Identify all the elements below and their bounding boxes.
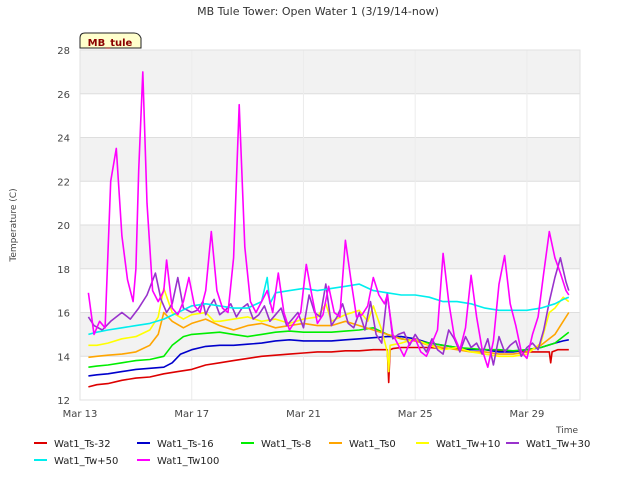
legend-item: Wat1_Tw100 bbox=[137, 456, 219, 467]
legend-label: Wat1_Ts-8 bbox=[261, 439, 311, 450]
legend-item: Wat1_Tw+30 bbox=[506, 439, 590, 450]
legend-label: Wat1_Ts-32 bbox=[54, 439, 111, 450]
legend-item: Wat1_Ts-8 bbox=[241, 439, 311, 450]
legend-label: Wat1_Ts-16 bbox=[157, 439, 214, 450]
temperature-chart: MB Tule Tower: Open Water 1 (3/19/14-now… bbox=[9, 5, 590, 467]
y-tick-label: 22 bbox=[57, 177, 70, 188]
site-label: MB_tule bbox=[88, 38, 133, 49]
x-tick-label: Mar 13 bbox=[63, 409, 98, 420]
legend-label: Wat1_Ts0 bbox=[349, 439, 396, 450]
y-tick-label: 14 bbox=[57, 352, 70, 363]
legend-item: Wat1_Tw+50 bbox=[34, 456, 118, 467]
legend-item: Wat1_Ts0 bbox=[329, 439, 396, 450]
plot-band bbox=[80, 50, 580, 94]
legend-item: Wat1_Tw+10 bbox=[416, 439, 500, 450]
legend-item: Wat1_Ts-32 bbox=[34, 439, 111, 450]
legend-label: Wat1_Tw+50 bbox=[54, 456, 118, 467]
x-tick-label: Mar 21 bbox=[286, 409, 321, 420]
y-tick-label: 12 bbox=[57, 396, 70, 407]
chart-title: MB Tule Tower: Open Water 1 (3/19/14-now… bbox=[197, 5, 439, 18]
y-axis-label: Temperature (C) bbox=[9, 188, 19, 262]
x-tick-label: Mar 29 bbox=[510, 409, 545, 420]
legend-label: Wat1_Tw+10 bbox=[436, 439, 500, 450]
y-tick-label: 28 bbox=[57, 46, 70, 57]
y-tick-label: 20 bbox=[57, 221, 70, 232]
y-tick-label: 18 bbox=[57, 265, 70, 276]
y-tick-label: 16 bbox=[57, 309, 70, 320]
x-axis-ticks: Mar 13 Mar 17 Mar 21 Mar 25 Mar 29 bbox=[63, 409, 545, 420]
legend-label: Wat1_Tw+30 bbox=[526, 439, 590, 450]
site-badge: MB_tule bbox=[79, 32, 142, 49]
legend-label: Wat1_Tw100 bbox=[157, 456, 219, 467]
legend-item: Wat1_Ts-16 bbox=[137, 439, 214, 450]
y-tick-label: 24 bbox=[57, 134, 70, 145]
x-tick-label: Mar 17 bbox=[174, 409, 209, 420]
y-axis-ticks: 12 14 16 18 20 22 24 26 28 bbox=[57, 46, 70, 407]
legend: Wat1_Ts-32 Wat1_Ts-16 Wat1_Ts-8 Wat1_Ts0 Wat… bbox=[34, 439, 590, 467]
x-axis-label: Time bbox=[555, 426, 578, 436]
y-tick-label: 26 bbox=[57, 90, 70, 101]
plot-band bbox=[80, 137, 580, 182]
x-tick-label: Mar 25 bbox=[398, 409, 433, 420]
